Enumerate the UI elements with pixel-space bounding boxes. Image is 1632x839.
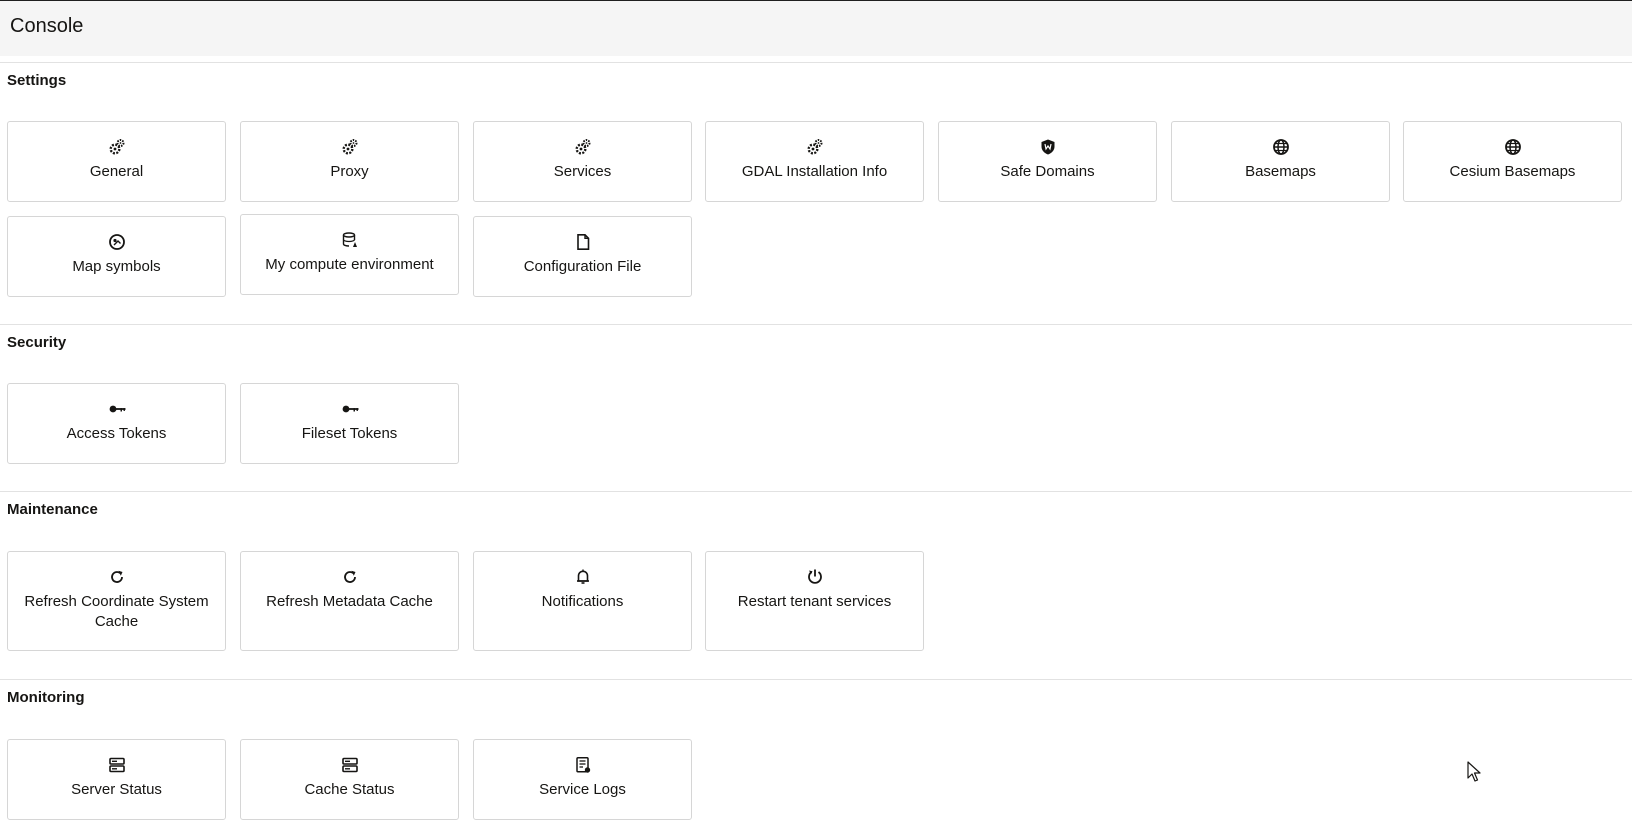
refresh-icon [108,568,126,586]
header-bar: Console [0,1,1632,56]
globe-icon [1272,138,1290,156]
tile-server-status[interactable]: Server Status [7,739,226,820]
tile-refresh-coordinate-system-cache[interactable]: Refresh Coordinate System Cache [7,551,226,651]
tile-label: My compute environment [265,256,434,273]
tile-label: Cesium Basemaps [1449,163,1576,180]
database-icon [341,231,359,249]
server-icon [108,756,126,774]
section-divider [0,324,1632,325]
tile-label: Services [553,163,612,180]
section-divider [0,491,1632,492]
tile-basemaps[interactable]: Basemaps [1171,121,1390,202]
tile-gdal-installation-info[interactable]: GDAL Installation Info [705,121,924,202]
tile-label: Basemaps [1245,163,1316,180]
tile-safe-domains[interactable]: Safe Domains [938,121,1157,202]
tile-configuration-file[interactable]: Configuration File [473,216,692,297]
tile-map-symbols[interactable]: Map symbols [7,216,226,297]
tile-label: Notifications [541,593,624,610]
gears-icon [108,138,126,156]
bell-icon [574,568,592,586]
tile-label: Access Tokens [66,425,167,442]
mouse-cursor-icon [1467,761,1481,782]
server-icon [341,756,359,774]
section-title-maintenance: Maintenance [7,501,98,518]
tile-restart-tenant-services[interactable]: Restart tenant services [705,551,924,651]
power-icon [806,568,824,586]
section-divider [0,62,1632,63]
gears-icon [341,138,359,156]
tile-label: Safe Domains [1000,163,1095,180]
tile-proxy[interactable]: Proxy [240,121,459,202]
section-title-security: Security [7,334,67,351]
page-title: Console [10,15,84,37]
tile-access-tokens[interactable]: Access Tokens [7,383,226,464]
gears-icon [574,138,592,156]
tile-cache-status[interactable]: Cache Status [240,739,459,820]
file-icon [574,233,592,251]
tile-label: Server Status [71,781,162,798]
tile-label: Cache Status [304,781,395,798]
tile-refresh-metadata-cache[interactable]: Refresh Metadata Cache [240,551,459,651]
section-title-monitoring: Monitoring [7,689,85,706]
tile-label: Proxy [330,163,369,180]
tile-label: GDAL Installation Info [741,163,888,180]
tile-label: Map symbols [72,258,161,275]
key-icon [341,400,359,418]
tile-services[interactable]: Services [473,121,692,202]
section-divider [0,679,1632,680]
tile-label: General [89,163,144,180]
tile-cesium-basemaps[interactable]: Cesium Basemaps [1403,121,1622,202]
tile-notifications[interactable]: Notifications [473,551,692,651]
tile-fileset-tokens[interactable]: Fileset Tokens [240,383,459,464]
tile-label: Fileset Tokens [301,425,398,442]
map-symbol-icon [108,233,126,251]
key-icon [108,400,126,418]
tile-my-compute-environment[interactable]: My compute environment [240,214,459,295]
shield-icon [1039,138,1057,156]
log-icon [574,756,592,774]
gears-icon [806,138,824,156]
section-title-settings: Settings [7,72,67,89]
tile-label: Refresh Metadata Cache [266,593,433,610]
tile-label: Restart tenant services [737,593,892,610]
tile-service-logs[interactable]: Service Logs [473,739,692,820]
globe-icon [1504,138,1522,156]
tile-general[interactable]: General [7,121,226,202]
tile-label: Refresh Coordinate System Cache [24,593,209,630]
tile-label: Service Logs [539,781,626,798]
tile-label: Configuration File [523,258,642,275]
refresh-icon [341,568,359,586]
